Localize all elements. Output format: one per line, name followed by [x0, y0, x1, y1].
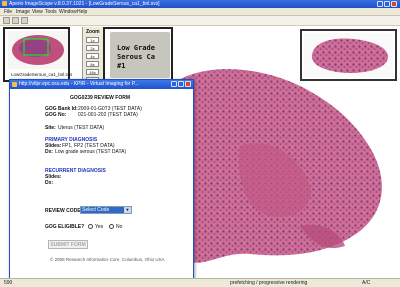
- status-right: A/C: [362, 280, 371, 286]
- popup-minimize-button[interactable]: [171, 81, 177, 87]
- zoom-2x-button[interactable]: 2x: [86, 45, 99, 51]
- gog-no-label: GOG No:: [45, 112, 67, 118]
- window-title: Aperio ImageScope v.8.0.37.1021 - [LowGr…: [9, 1, 160, 7]
- open-icon[interactable]: [3, 17, 10, 24]
- form-heading: GOG0239 REVIEW FORM: [70, 95, 131, 101]
- save-icon[interactable]: [12, 17, 19, 24]
- review-code-select[interactable]: Select Code ▼: [80, 206, 132, 214]
- gog-no-value: 021-001-202 (TEST DATA): [78, 112, 138, 118]
- popup-close-button[interactable]: [185, 81, 191, 87]
- label-line-2: Serous Ca: [117, 53, 155, 61]
- submit-form-button[interactable]: SUBMIT FORM: [48, 240, 88, 249]
- chevron-down-icon[interactable]: ▼: [124, 207, 131, 213]
- toolbar: [0, 16, 400, 26]
- status-left: 590: [4, 280, 13, 286]
- eligible-yes-radio[interactable]: [88, 224, 93, 229]
- review-code-selected: Select Code: [81, 207, 124, 213]
- primary-dx-label: Dx:: [45, 149, 54, 155]
- menu-item-view[interactable]: View: [32, 9, 43, 15]
- browser-icon: [12, 82, 17, 87]
- menu-item-file[interactable]: File: [4, 9, 12, 15]
- zoom-1x-button[interactable]: 1x: [86, 37, 99, 43]
- thumbnail-image: [8, 31, 68, 69]
- review-form-window: http://vtlpr.epc.osu.edu - KPIR - Virtua…: [9, 79, 194, 279]
- app-title-bar: Aperio ImageScope v.8.0.37.1021 - [LowGr…: [0, 0, 400, 8]
- menu-item-image[interactable]: Image: [16, 9, 30, 15]
- slide-label-image: Low Grade Serous Ca #1: [110, 32, 170, 78]
- status-message: prefetching / progressive rendering: [230, 280, 308, 286]
- eligible-yes-label: Yes: [95, 224, 104, 230]
- thumbnail-caption: LowGradeSerous_ca1_bnl.svs: [11, 72, 73, 77]
- slide-thumbnail[interactable]: LowGradeSerous_ca1_bnl.svs: [3, 27, 73, 82]
- overview-thumbnail[interactable]: [300, 29, 397, 81]
- menu-item-window[interactable]: Window: [59, 9, 77, 15]
- label-line-1: Low Grade: [117, 44, 155, 52]
- site-label: Site:: [45, 125, 56, 131]
- eligible-no-radio[interactable]: [109, 224, 114, 229]
- gog-eligible-label: GOG ELIGIBLE?: [45, 224, 85, 230]
- menu-bar: File Image View Tools Window Help: [0, 8, 400, 16]
- close-button[interactable]: [391, 1, 397, 7]
- eligible-no-label: No: [116, 224, 123, 230]
- site-value: Uterus (TEST DATA): [58, 125, 105, 131]
- zoom-4x-button[interactable]: 4x: [86, 53, 99, 59]
- popup-maximize-button[interactable]: [178, 81, 184, 87]
- label-line-3: #1: [117, 62, 126, 70]
- zoom-16x-button[interactable]: 16x: [86, 69, 99, 75]
- overview-image: [304, 33, 393, 77]
- zoom-8x-button[interactable]: 8x: [86, 61, 99, 67]
- copyright-footer: © 2008 Research Informatics Core, Columb…: [50, 257, 165, 262]
- primary-dx-value: Low grade serous (TEST DATA): [55, 149, 127, 155]
- menu-item-tools[interactable]: Tools: [45, 9, 57, 15]
- review-code-label: REVIEW CODE:: [45, 208, 83, 214]
- app-icon: [2, 1, 7, 6]
- maximize-button[interactable]: [384, 1, 390, 7]
- zoom-label: Zoom: [86, 29, 100, 35]
- minimize-button[interactable]: [377, 1, 383, 7]
- popup-title: http://vtlpr.epc.osu.edu - KPIR - Virtua…: [19, 81, 139, 87]
- menu-item-help[interactable]: Help: [77, 9, 87, 15]
- annotation-icon[interactable]: [21, 17, 28, 24]
- recurrent-dx-label: Dx:: [45, 180, 54, 186]
- popup-title-bar: http://vtlpr.epc.osu.edu - KPIR - Virtua…: [10, 80, 193, 89]
